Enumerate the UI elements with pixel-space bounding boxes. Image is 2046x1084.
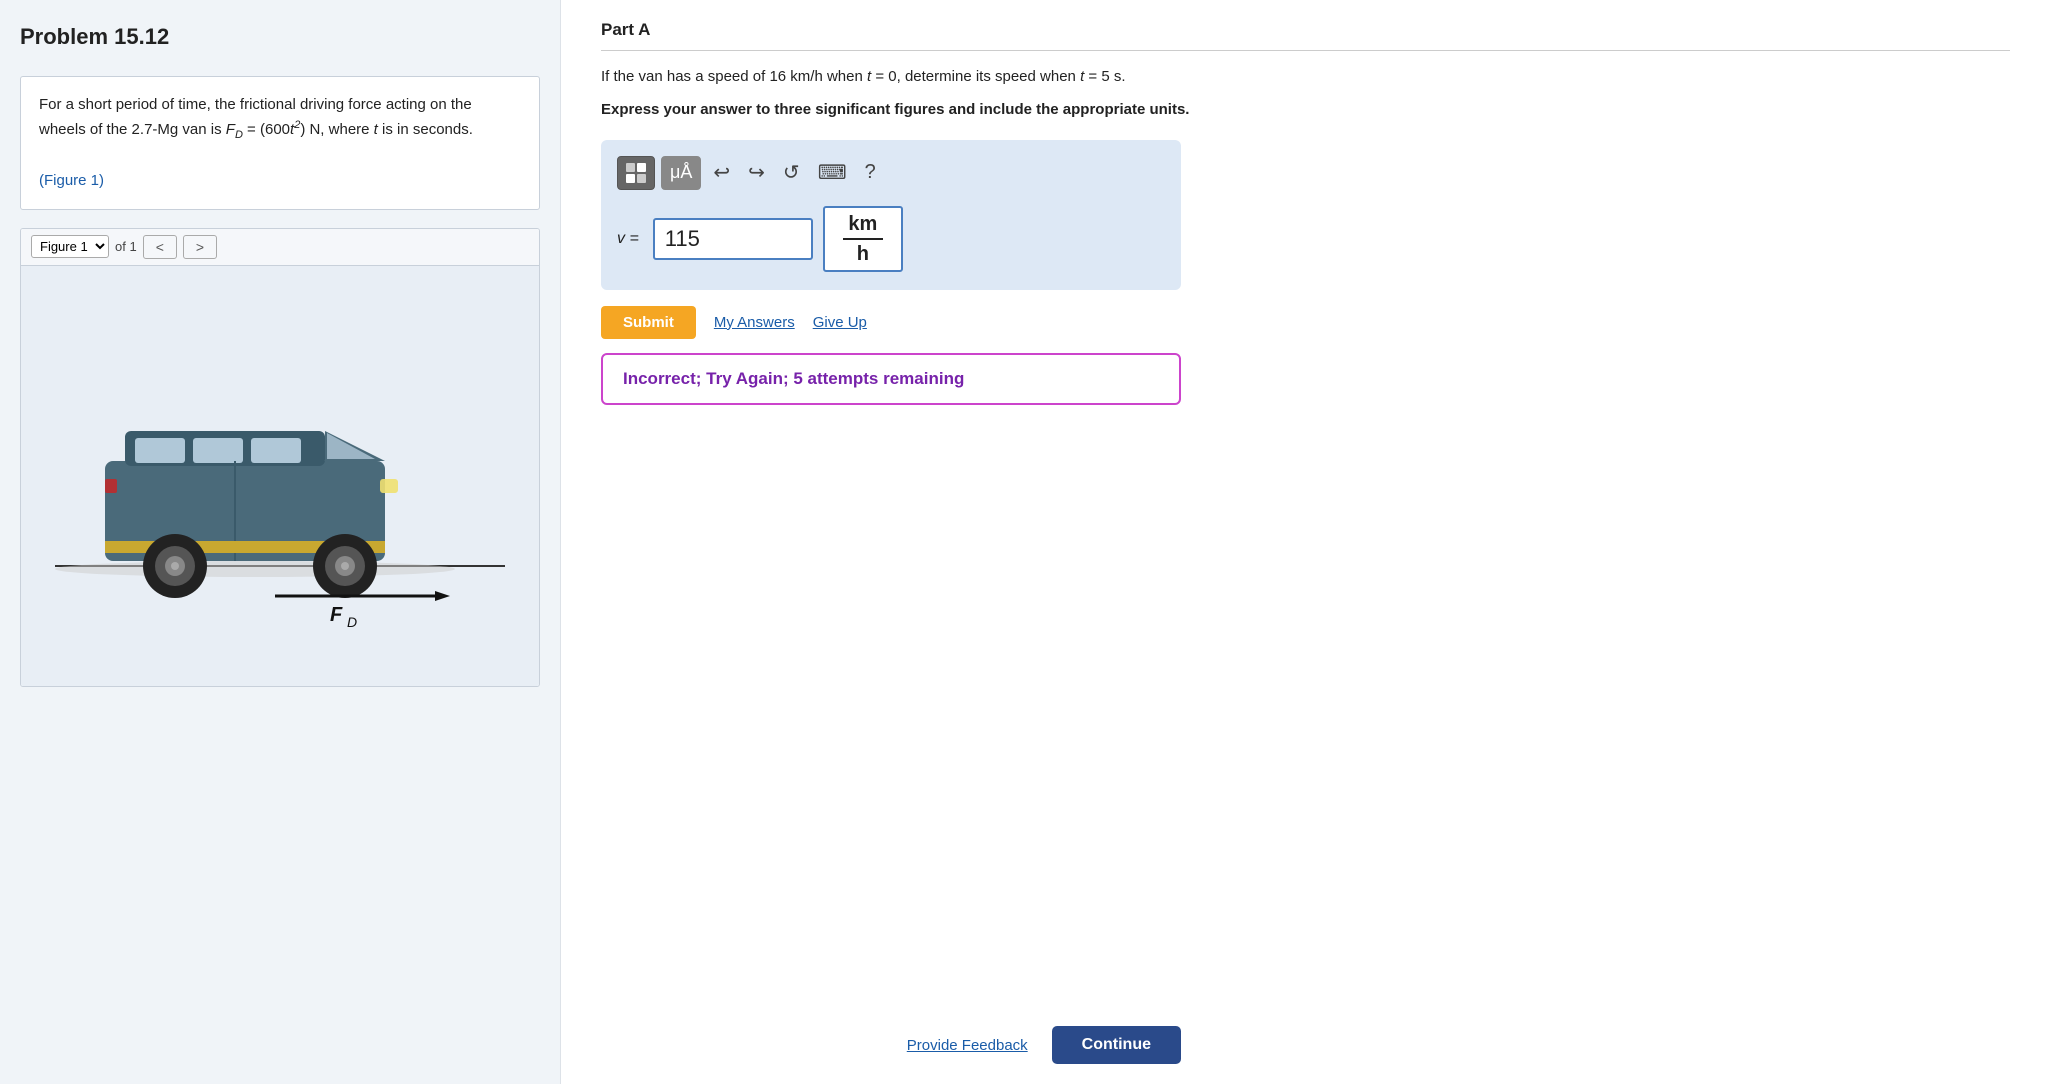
figure-container: Figure 1 of 1 < >: [20, 228, 540, 687]
right-panel: Part A If the van has a speed of 16 km/h…: [560, 0, 2046, 1084]
unit-numerator: km: [848, 212, 877, 236]
figure-select[interactable]: Figure 1: [31, 235, 109, 258]
part-label: Part A: [601, 20, 2010, 51]
figure-header: Figure 1 of 1 < >: [21, 229, 539, 266]
bottom-row: Provide Feedback Continue: [601, 1026, 1181, 1064]
give-up-button[interactable]: Give Up: [813, 314, 867, 331]
continue-button[interactable]: Continue: [1052, 1026, 1181, 1064]
figure-prev-button[interactable]: <: [143, 235, 177, 259]
part-instruction: Express your answer to three significant…: [601, 99, 2010, 122]
keyboard-button[interactable]: ⌨: [812, 158, 853, 187]
action-row: Submit My Answers Give Up: [601, 306, 1181, 339]
svg-text:F: F: [330, 604, 343, 626]
submit-button[interactable]: Submit: [601, 306, 696, 339]
grid-icon: [626, 163, 646, 183]
help-button[interactable]: ?: [859, 159, 882, 186]
mu-button[interactable]: μÅ: [661, 156, 701, 190]
reset-button[interactable]: ↺: [777, 158, 806, 187]
figure-link[interactable]: (Figure 1): [39, 172, 104, 189]
svg-text:D: D: [347, 614, 357, 630]
figure-image-area: F D: [21, 266, 539, 686]
var-label: v =: [617, 230, 639, 248]
answer-input[interactable]: [653, 218, 813, 260]
feedback-box: Incorrect; Try Again; 5 attempts remaini…: [601, 353, 1181, 405]
toolbar: μÅ ↩ ↪ ↺ ⌨ ?: [617, 156, 1165, 190]
feedback-text: Incorrect; Try Again; 5 attempts remaini…: [623, 369, 964, 388]
description-text: For a short period of time, the friction…: [39, 96, 473, 138]
my-answers-button[interactable]: My Answers: [714, 314, 795, 331]
input-row: v = km h: [617, 206, 1165, 272]
left-panel: Problem 15.12 For a short period of time…: [0, 0, 560, 1084]
redo-button[interactable]: ↪: [742, 158, 771, 187]
provide-feedback-button[interactable]: Provide Feedback: [907, 1037, 1028, 1054]
part-question: If the van has a speed of 16 km/h when t…: [601, 65, 2010, 89]
unit-box: km h: [823, 206, 903, 272]
problem-title: Problem 15.12: [20, 24, 540, 50]
matrix-button[interactable]: [617, 156, 655, 190]
answer-area: μÅ ↩ ↪ ↺ ⌨ ? v = km h: [601, 140, 1181, 290]
figure-next-button[interactable]: >: [183, 235, 217, 259]
undo-button[interactable]: ↩: [707, 158, 736, 187]
problem-description: For a short period of time, the friction…: [20, 76, 540, 210]
van-illustration: F D: [35, 311, 525, 641]
figure-of-label: of 1: [115, 239, 137, 254]
unit-denominator: h: [857, 242, 869, 266]
unit-fraction-line: [843, 238, 883, 240]
